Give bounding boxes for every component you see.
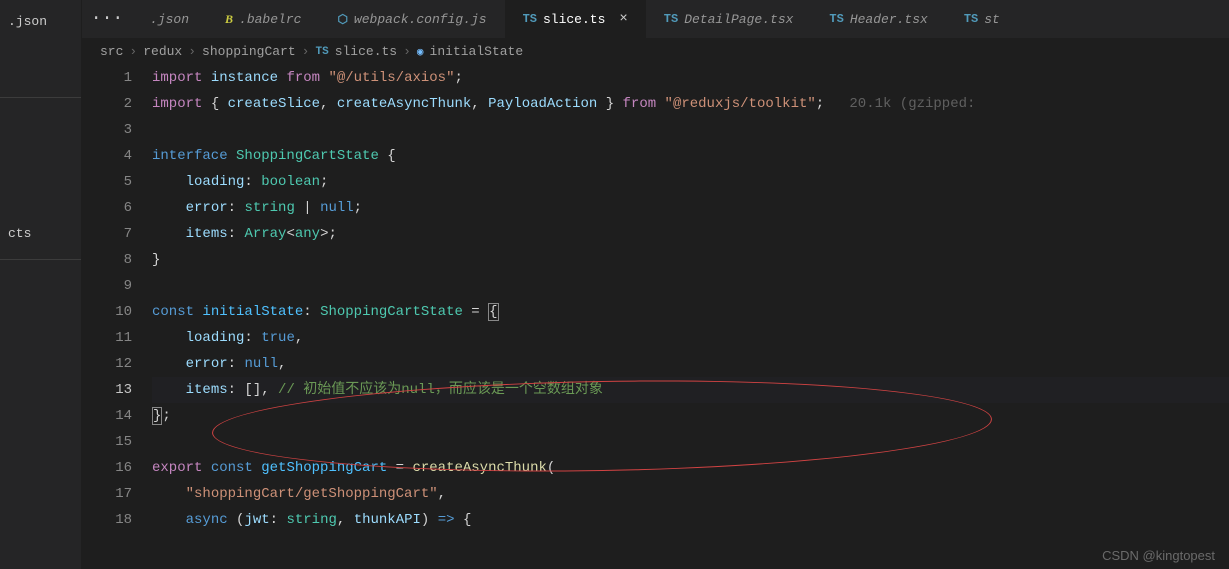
chevron-right-icon: ›: [403, 44, 411, 59]
code-line: error: string | null;: [152, 195, 1229, 221]
line-number: 7: [82, 221, 132, 247]
code-line: import instance from "@/utils/axios";: [152, 65, 1229, 91]
line-number: 9: [82, 273, 132, 299]
variable-icon: ◉: [417, 45, 424, 59]
breadcrumb-file[interactable]: slice.ts: [335, 44, 397, 59]
watermark: CSDN @kingtopest: [1102, 548, 1215, 563]
tab-partial[interactable]: TS st: [946, 0, 1018, 38]
chevron-right-icon: ›: [302, 44, 310, 59]
line-number: 17: [82, 481, 132, 507]
code-content[interactable]: import instance from "@/utils/axios"; im…: [152, 65, 1229, 569]
line-number: 5: [82, 169, 132, 195]
line-number: 14: [82, 403, 132, 429]
code-line: loading: boolean;: [152, 169, 1229, 195]
line-number: 8: [82, 247, 132, 273]
tab-slice[interactable]: TS slice.ts ×: [505, 0, 646, 38]
webpack-icon: ⬡: [337, 12, 347, 27]
tab-json[interactable]: .json: [132, 0, 207, 38]
tab-label: DetailPage.tsx: [684, 12, 793, 27]
line-number: 16: [82, 455, 132, 481]
tab-label: st: [984, 12, 1000, 27]
tab-webpack[interactable]: ⬡ webpack.config.js: [319, 0, 504, 38]
code-line: };: [152, 403, 1229, 429]
code-line: items: Array<any>;: [152, 221, 1229, 247]
close-icon[interactable]: ×: [619, 11, 627, 27]
code-line: [152, 273, 1229, 299]
tab-detailpage[interactable]: TS DetailPage.tsx: [646, 0, 812, 38]
code-line: [152, 429, 1229, 455]
breadcrumb-symbol[interactable]: initialState: [430, 44, 524, 59]
babel-icon: B: [225, 12, 233, 27]
code-line: items: [], // 初始值不应该为null，而应该是一个空数组对象: [152, 377, 1229, 403]
sidebar: .json cts: [0, 0, 82, 569]
line-number: 15: [82, 429, 132, 455]
chevron-right-icon: ›: [188, 44, 196, 59]
code-line: interface ShoppingCartState {: [152, 143, 1229, 169]
tab-header[interactable]: TS Header.tsx: [811, 0, 945, 38]
line-number: 10: [82, 299, 132, 325]
tab-label: webpack.config.js: [354, 12, 487, 27]
code-line: async (jwt: string, thunkAPI) => {: [152, 507, 1229, 533]
ts-icon: TS: [664, 12, 678, 26]
line-number: 4: [82, 143, 132, 169]
code-line: [152, 117, 1229, 143]
line-number: 3: [82, 117, 132, 143]
code-line: export const getShoppingCart = createAsy…: [152, 455, 1229, 481]
tab-overflow-button[interactable]: ···: [82, 9, 132, 29]
editor-main: ··· .json B .babelrc ⬡ webpack.config.js…: [82, 0, 1229, 569]
ts-icon: TS: [964, 12, 978, 26]
tab-label: .json: [150, 12, 189, 27]
breadcrumb-item[interactable]: redux: [143, 44, 182, 59]
line-number: 13: [82, 377, 132, 403]
code-line: const initialState: ShoppingCartState = …: [152, 299, 1229, 325]
breadcrumb-item[interactable]: src: [100, 44, 123, 59]
tab-bar: ··· .json B .babelrc ⬡ webpack.config.js…: [82, 0, 1229, 38]
line-number: 6: [82, 195, 132, 221]
line-number: 1: [82, 65, 132, 91]
breadcrumb-item[interactable]: shoppingCart: [202, 44, 296, 59]
tab-babelrc[interactable]: B .babelrc: [207, 0, 319, 38]
divider: [0, 97, 81, 98]
line-number: 18: [82, 507, 132, 533]
chevron-right-icon: ›: [129, 44, 137, 59]
sidebar-item[interactable]: .json: [0, 10, 81, 33]
line-gutter: 1 2 3 4 5 6 7 8 9 10 11 12 13 14 15 16 1…: [82, 65, 152, 569]
code-line: import { createSlice, createAsyncThunk, …: [152, 91, 1229, 117]
code-line: }: [152, 247, 1229, 273]
ts-icon: TS: [315, 46, 328, 58]
code-line: error: null,: [152, 351, 1229, 377]
code-line: loading: true,: [152, 325, 1229, 351]
line-number: 2: [82, 91, 132, 117]
line-number: 12: [82, 351, 132, 377]
code-editor[interactable]: 1 2 3 4 5 6 7 8 9 10 11 12 13 14 15 16 1…: [82, 65, 1229, 569]
tab-label: .babelrc: [239, 12, 301, 27]
line-number: 11: [82, 325, 132, 351]
ts-icon: TS: [829, 12, 843, 26]
tab-label: Header.tsx: [850, 12, 928, 27]
tab-label: slice.ts: [543, 12, 605, 27]
code-line: "shoppingCart/getShoppingCart",: [152, 481, 1229, 507]
divider: [0, 259, 81, 260]
breadcrumb[interactable]: src › redux › shoppingCart › TS slice.ts…: [82, 38, 1229, 65]
sidebar-item[interactable]: cts: [0, 222, 81, 245]
ts-icon: TS: [523, 12, 537, 26]
